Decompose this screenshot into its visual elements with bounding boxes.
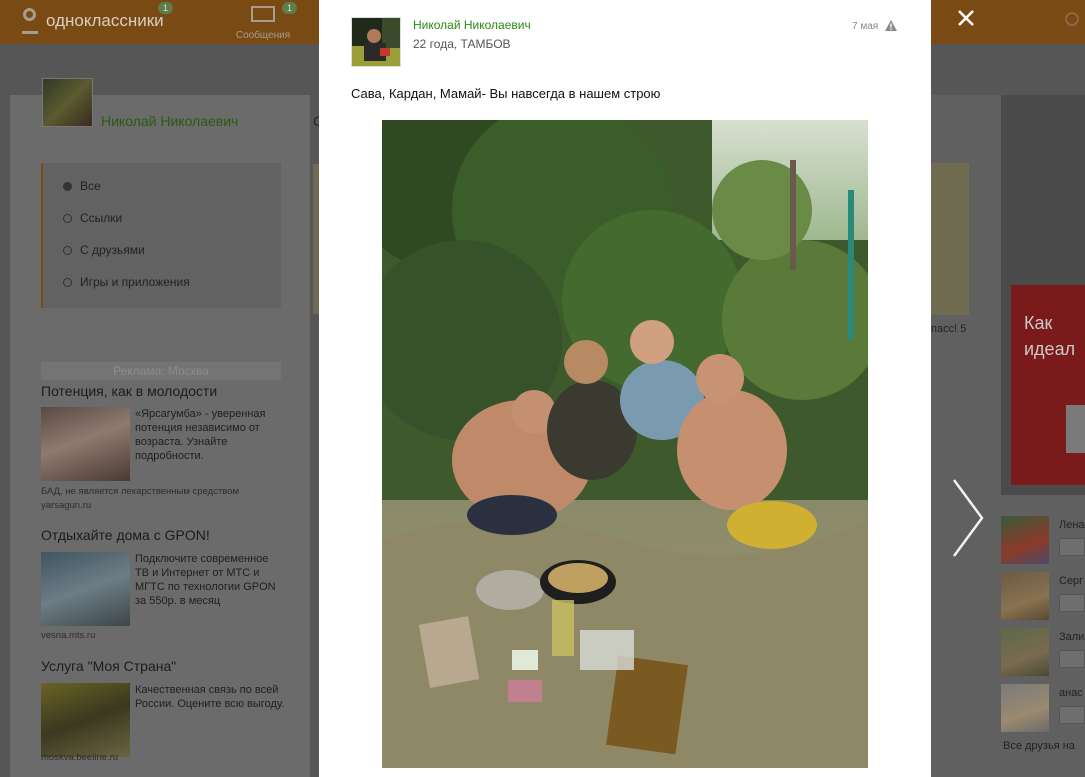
friend-item[interactable]: Серг [1001, 572, 1085, 620]
photo-image [382, 120, 868, 768]
feed-filter-panel: Все Ссылки С друзьями Игры и приложения [41, 163, 281, 308]
friend-avatar[interactable] [1001, 516, 1049, 564]
envelope-icon[interactable] [1059, 706, 1085, 724]
friend-avatar[interactable] [1001, 684, 1049, 732]
friend-name[interactable]: Серг [1059, 575, 1083, 587]
filter-games[interactable]: Игры и приложения [63, 275, 190, 289]
avatar-image [352, 18, 400, 66]
ad-title[interactable]: Услуга "Моя Страна" [41, 658, 176, 674]
friend-item[interactable]: Зали [1001, 628, 1085, 676]
promo-text-content: Как идеал [1024, 313, 1076, 359]
filter-label: С друзьями [80, 243, 145, 257]
friend-name[interactable]: Зали [1059, 631, 1084, 643]
right-text-fragment: пасс! 5 [931, 323, 967, 335]
ad-text[interactable]: «Ярсагумба» - уверенная потенция независ… [135, 407, 285, 463]
ad-text[interactable]: Качественная связь по всей России. Оцени… [135, 683, 285, 711]
close-button[interactable] [953, 5, 979, 31]
ad-source[interactable]: yarsagun.ru [41, 500, 91, 511]
ads-header: Реклама: Москва [41, 362, 281, 380]
post-author-meta: 22 года, ТАМБОВ [413, 37, 511, 51]
friend-name[interactable]: Лена [1059, 519, 1085, 531]
next-photo-button[interactable] [948, 476, 988, 560]
envelope-icon [251, 6, 275, 22]
radio-icon [63, 277, 72, 287]
promo-text: Как идеал [1024, 310, 1075, 362]
ad-image[interactable] [41, 552, 130, 626]
profile-name[interactable]: Николай Николаевич [101, 113, 238, 129]
close-icon [958, 10, 974, 26]
radio-icon [63, 213, 72, 223]
logo-text: одноклассники [46, 11, 164, 30]
search-icon[interactable] [1065, 12, 1079, 26]
ad-title[interactable]: Потенция, как в молодости [41, 383, 217, 399]
post-modal: Николай Николаевич 22 года, ТАМБОВ 7 мая… [319, 0, 931, 777]
ad-source[interactable]: vesna.mts.ru [41, 630, 95, 641]
messages-badge: 1 [282, 2, 298, 14]
chevron-right-icon [952, 479, 984, 557]
envelope-icon[interactable] [1059, 594, 1085, 612]
radio-selected-icon [63, 181, 72, 191]
site-logo[interactable]: одноклассники [20, 6, 164, 36]
all-friends-link[interactable]: Все друзья на [1003, 740, 1075, 752]
friend-avatar[interactable] [1001, 628, 1049, 676]
warning-icon[interactable] [885, 20, 897, 31]
filter-label: Ссылки [80, 211, 123, 225]
profile-avatar[interactable] [42, 78, 93, 127]
envelope-icon[interactable] [1059, 538, 1085, 556]
messages-label: Сообщения [235, 30, 291, 41]
filter-label: Игры и приложения [80, 275, 190, 289]
right-banner-edge [931, 163, 969, 315]
filter-all[interactable]: Все [63, 179, 101, 193]
post-author-avatar[interactable] [351, 17, 401, 67]
post-date: 7 мая [852, 21, 879, 32]
ad-image[interactable] [41, 407, 130, 481]
envelope-icon[interactable] [1059, 650, 1085, 668]
friend-avatar[interactable] [1001, 572, 1049, 620]
logo-notification-badge: 1 [158, 2, 174, 14]
post-text: Сава, Кардан, Мамай- Вы навсегда в нашем… [351, 86, 661, 101]
filter-label: Все [80, 179, 101, 193]
friend-item[interactable]: Лена [1001, 516, 1085, 564]
friend-name[interactable]: анас [1059, 687, 1083, 699]
ad-image[interactable] [41, 683, 130, 757]
filter-links[interactable]: Ссылки [63, 211, 122, 225]
ad-title[interactable]: Отдыхайте дома с GPON! [41, 527, 210, 543]
ad-source[interactable]: moskva.beeline.ru [41, 752, 118, 763]
promo-button[interactable] [1066, 405, 1085, 453]
post-photo[interactable] [382, 120, 868, 768]
radio-icon [63, 245, 72, 255]
ok-logo-icon [20, 6, 40, 36]
ad-text[interactable]: Подключите современное ТВ и Интернет от … [135, 552, 285, 608]
post-author-name[interactable]: Николай Николаевич [413, 18, 531, 32]
ad-disclaimer: БАД, не является лекарственным средством [41, 486, 240, 497]
filter-friends[interactable]: С друзьями [63, 243, 145, 257]
friend-item[interactable]: анас [1001, 684, 1085, 732]
